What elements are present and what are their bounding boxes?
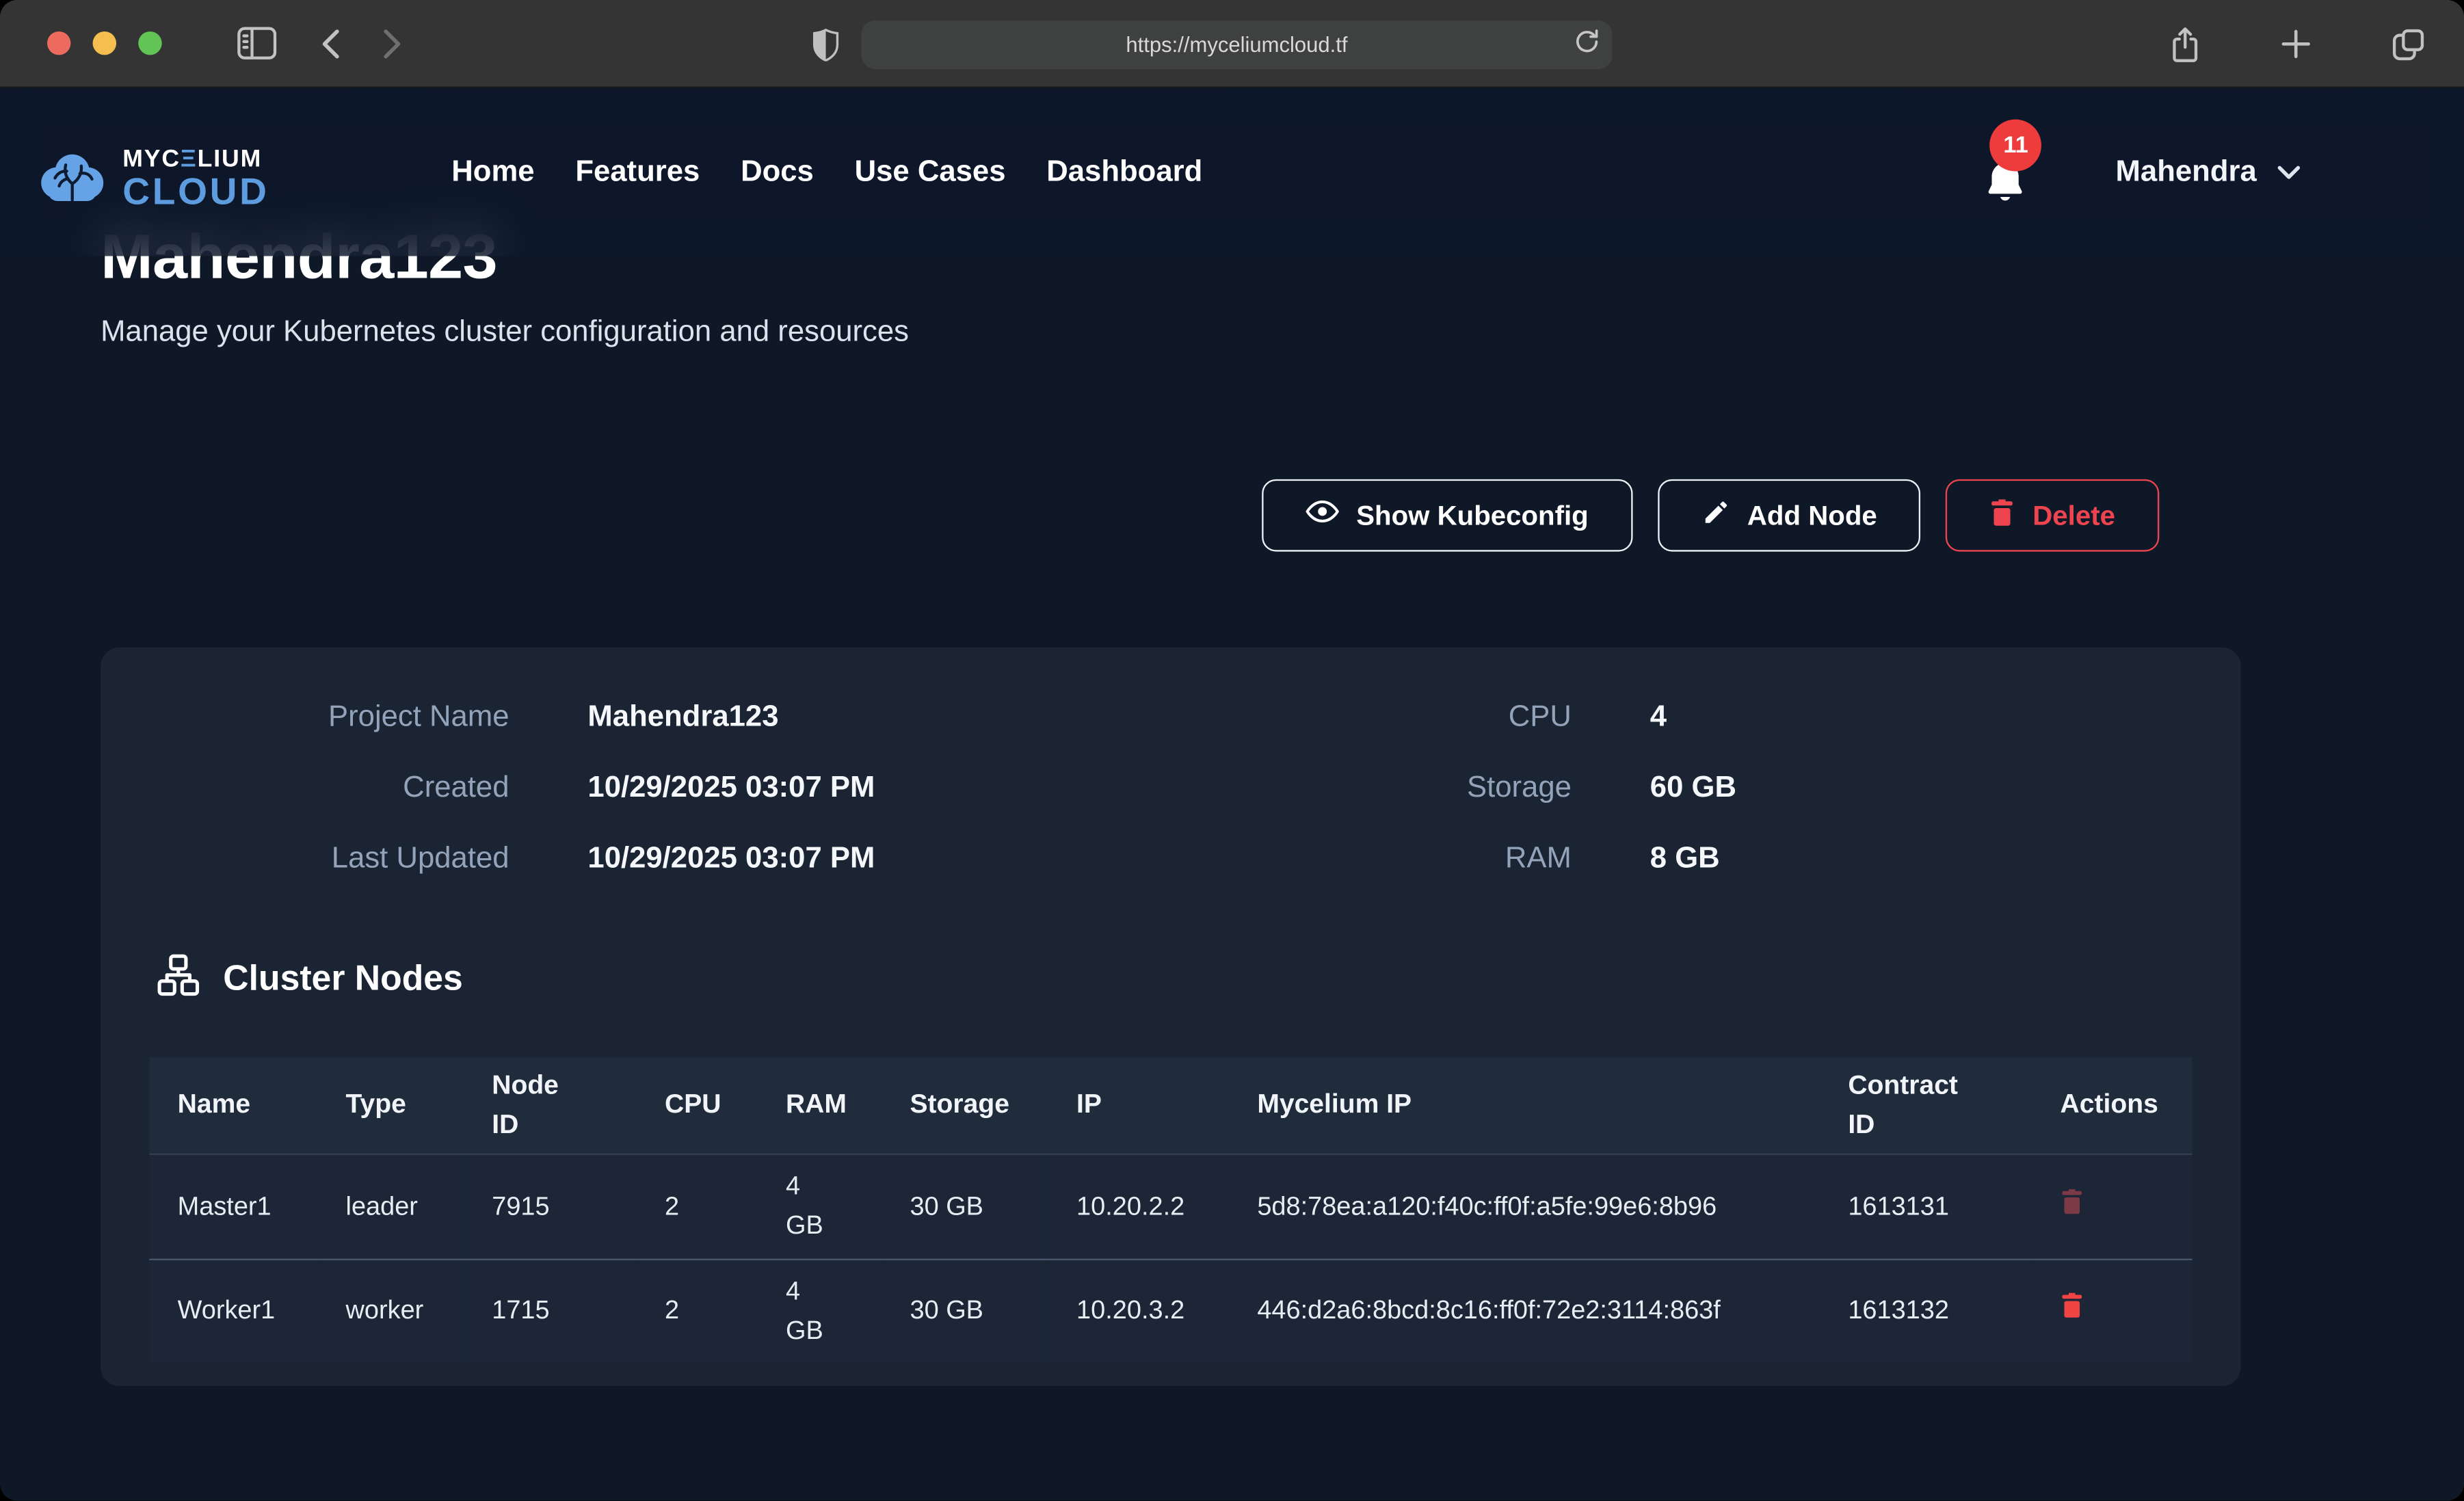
info-label: RAM [1304,823,1572,894]
col-ram: RAM [758,1057,882,1154]
browser-window: https://myceliumcloud.tf [0,0,2464,1500]
info-value: Mahendra123 [587,682,1226,752]
delete-node-icon[interactable] [2061,1292,2084,1318]
node-ip: 10.20.3.2 [1048,1259,1229,1363]
notifications-bell-icon[interactable]: 11 [1984,159,2028,207]
browser-chrome: https://myceliumcloud.tf [0,0,2464,88]
cluster-nodes-heading: Cluster Nodes [223,959,463,1000]
chevron-down-icon [2277,155,2301,189]
delete-node-icon[interactable] [2061,1187,2084,1214]
trash-icon [1990,497,2015,533]
node-type: leader [317,1154,464,1259]
user-name: Mahendra [2116,155,2257,189]
logo-line2: CLOUD [122,175,269,213]
node-ram: 4 GB [758,1154,882,1259]
privacy-shield-icon[interactable] [812,27,839,60]
node-name: Worker1 [149,1259,317,1363]
cluster-actions: Show Kubeconfig Add Node [101,479,2241,552]
info-label: Project Name [163,682,509,752]
logo-line1: MYCΞLIUM [122,147,269,172]
zoom-window-button[interactable] [138,31,161,55]
mycelium-cloud-logo[interactable]: MYCΞLIUM CLOUD [38,147,269,212]
node-mycelium-ip: 446:d2a6:8bcd:8c16:ff0f:72e2:3114:863f [1229,1259,1820,1363]
col-node-id: Node ID [464,1057,637,1154]
node-ram: 4 GB [758,1259,882,1363]
nav-link[interactable]: Use Cases [855,155,1006,189]
col-name: Name [149,1057,317,1154]
notification-count-badge: 11 [1990,118,2042,170]
delete-cluster-button[interactable]: Delete [1946,479,2159,552]
cloud-logo-icon [38,149,107,211]
node-name: Master1 [149,1154,317,1259]
url-text: https://myceliumcloud.tf [1126,32,1347,55]
user-menu[interactable]: Mahendra [2116,155,2301,189]
site-navbar: MYCΞLIUM CLOUD Home Features Docs Use Ca… [0,88,2464,256]
col-mycelium-ip: Mycelium IP [1229,1057,1820,1154]
info-label: Created [163,753,509,823]
cluster-nodes-table: Name Type Node ID CPU RAM Storage IP Myc… [149,1057,2192,1362]
info-value: 4 [1650,682,2178,752]
node-actions [2032,1259,2192,1363]
info-value: 8 GB [1650,823,2178,894]
new-tab-icon[interactable] [2280,28,2311,59]
node-id: 1715 [464,1259,637,1363]
table-header-row: Name Type Node ID CPU RAM Storage IP Myc… [149,1057,2192,1154]
col-type: Type [317,1057,464,1154]
node-contract-id: 1613132 [1820,1259,2032,1363]
tab-overview-icon[interactable] [2390,26,2426,62]
cluster-nodes-icon [157,954,200,1005]
back-icon[interactable] [321,27,341,59]
col-ip: IP [1048,1057,1229,1154]
node-storage: 30 GB [882,1154,1048,1259]
nav-link[interactable]: Docs [741,155,814,189]
nav-link[interactable]: Home [451,155,534,189]
node-type: worker [317,1259,464,1363]
node-cpu: 2 [637,1259,758,1363]
share-icon[interactable] [2169,25,2201,64]
main-nav: Home Features Docs Use Cases Dashboard [451,155,1202,189]
sidebar-toggle-icon[interactable] [237,27,276,59]
info-value: 10/29/2025 03:07 PM [587,753,1226,823]
node-actions [2032,1154,2192,1259]
col-actions: Actions [2032,1057,2192,1154]
page-subtitle: Manage your Kubernetes cluster configura… [101,316,2241,351]
info-label: Last Updated [163,823,509,894]
node-id: 7915 [464,1154,637,1259]
info-label: CPU [1304,682,1572,752]
nav-link[interactable]: Features [575,155,700,189]
close-window-button[interactable] [47,31,70,55]
table-row: Worker1 worker 1715 2 4 GB 30 GB 10.20.3… [149,1259,2192,1363]
add-node-button[interactable]: Add Node [1658,479,1921,552]
eye-icon [1306,498,1339,533]
cluster-info: Project Name Mahendra123 CPU 4 Created 1… [101,648,2241,894]
address-bar[interactable]: https://myceliumcloud.tf [861,20,1612,68]
col-cpu: CPU [637,1057,758,1154]
nav-link[interactable]: Dashboard [1046,155,1202,189]
minimize-window-button[interactable] [93,31,116,55]
node-mycelium-ip: 5d8:78ea:a120:f40c:ff0f:a5fe:99e6:8b96 [1229,1154,1820,1259]
node-contract-id: 1613131 [1820,1154,2032,1259]
info-label: Storage [1304,753,1572,823]
node-ip: 10.20.2.2 [1048,1154,1229,1259]
window-controls [47,31,162,55]
col-contract-id: Contract ID [1820,1057,2032,1154]
node-storage: 30 GB [882,1259,1048,1363]
reload-icon[interactable] [1574,27,1598,54]
show-kubeconfig-button[interactable]: Show Kubeconfig [1262,479,1632,552]
table-row: Master1 leader 7915 2 4 GB 30 GB 10.20.2… [149,1154,2192,1259]
page-body: Mahendra123 Manage your Kubernetes clust… [0,88,2464,1501]
forward-icon[interactable] [382,27,402,59]
node-cpu: 2 [637,1154,758,1259]
col-storage: Storage [882,1057,1048,1154]
info-value: 10/29/2025 03:07 PM [587,823,1226,894]
info-value: 60 GB [1650,753,2178,823]
screen: https://myceliumcloud.tf [0,0,2464,1500]
cluster-details-card: Project Name Mahendra123 CPU 4 Created 1… [101,648,2241,1386]
pencil-icon [1701,497,1730,533]
